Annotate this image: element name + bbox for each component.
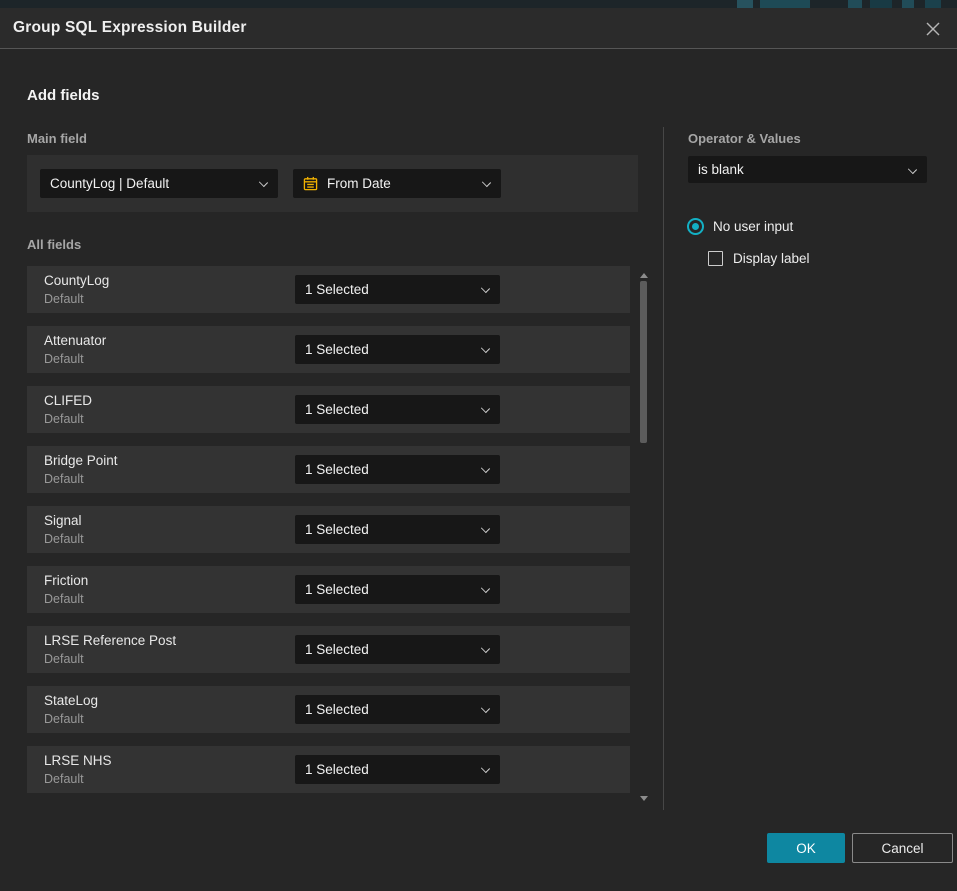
add-fields-heading: Add fields (27, 87, 100, 104)
no-user-input-radio[interactable]: No user input (687, 218, 793, 235)
chevron-down-icon (481, 284, 490, 293)
field-row: Attenuator Default 1 Selected (27, 326, 630, 373)
field-subtitle: Default (44, 472, 84, 486)
main-field-source-dropdown[interactable]: CountyLog | Default (40, 169, 278, 198)
field-name: StateLog (44, 693, 98, 708)
chevron-down-icon (481, 584, 490, 593)
display-label-label: Display label (733, 251, 810, 266)
chevron-down-icon (259, 178, 268, 187)
all-fields-label: All fields (27, 237, 81, 252)
group-sql-expression-builder-dialog: Group SQL Expression Builder Add fields … (0, 8, 957, 891)
display-label-checkbox[interactable]: Display label (708, 251, 810, 266)
field-selection-dropdown[interactable]: 1 Selected (295, 515, 500, 544)
main-field-date-dropdown[interactable]: From Date (293, 169, 501, 198)
field-row: CountyLog Default 1 Selected (27, 266, 630, 313)
main-field-date-value: From Date (327, 176, 391, 191)
field-subtitle: Default (44, 592, 84, 606)
background-app-strip (0, 0, 957, 8)
cancel-button[interactable]: Cancel (852, 833, 953, 863)
dialog-title: Group SQL Expression Builder (13, 19, 247, 37)
field-selection-dropdown[interactable]: 1 Selected (295, 455, 500, 484)
field-name: Bridge Point (44, 453, 118, 468)
field-row: Friction Default 1 Selected (27, 566, 630, 613)
operator-dropdown[interactable]: is blank (688, 156, 927, 183)
field-selection-dropdown-value: 1 Selected (305, 582, 369, 597)
background-fragment (870, 0, 892, 8)
field-subtitle: Default (44, 772, 84, 786)
field-selection-dropdown-value: 1 Selected (305, 702, 369, 717)
field-name: Signal (44, 513, 82, 528)
field-row: StateLog Default 1 Selected (27, 686, 630, 733)
field-selection-dropdown[interactable]: 1 Selected (295, 695, 500, 724)
close-icon[interactable] (923, 19, 943, 39)
radio-selected-icon (687, 218, 704, 235)
chevron-down-icon (481, 344, 490, 353)
dialog-header: Group SQL Expression Builder (0, 8, 957, 49)
operator-values-label: Operator & Values (688, 131, 801, 146)
field-name: CLIFED (44, 393, 92, 408)
all-fields-scrollbar (639, 265, 649, 805)
field-subtitle: Default (44, 712, 84, 726)
background-fragment (737, 0, 753, 8)
field-name: LRSE Reference Post (44, 633, 176, 648)
field-row: LRSE NHS Default 1 Selected (27, 746, 630, 793)
scroll-up-icon[interactable] (640, 273, 648, 278)
field-name: CountyLog (44, 273, 109, 288)
main-field-source-value: CountyLog | Default (50, 176, 169, 191)
chevron-down-icon (481, 404, 490, 413)
field-selection-dropdown-value: 1 Selected (305, 342, 369, 357)
field-subtitle: Default (44, 292, 84, 306)
field-selection-dropdown-value: 1 Selected (305, 642, 369, 657)
field-subtitle: Default (44, 652, 84, 666)
checkbox-unchecked-icon (708, 251, 723, 266)
field-name: LRSE NHS (44, 753, 112, 768)
chevron-down-icon (481, 644, 490, 653)
all-fields-list: CountyLog Default 1 Selected Attenuator … (27, 266, 630, 806)
field-selection-dropdown-value: 1 Selected (305, 402, 369, 417)
field-subtitle: Default (44, 532, 84, 546)
field-selection-dropdown-value: 1 Selected (305, 282, 369, 297)
field-subtitle: Default (44, 412, 84, 426)
field-row: LRSE Reference Post Default 1 Selected (27, 626, 630, 673)
field-selection-dropdown-value: 1 Selected (305, 762, 369, 777)
chevron-down-icon (481, 704, 490, 713)
field-selection-dropdown[interactable]: 1 Selected (295, 755, 500, 784)
background-fragment (848, 0, 862, 8)
main-field-panel: CountyLog | Default From Date (27, 155, 638, 212)
background-fragment (925, 0, 941, 8)
field-row: CLIFED Default 1 Selected (27, 386, 630, 433)
chevron-down-icon (481, 764, 490, 773)
field-row: Signal Default 1 Selected (27, 506, 630, 553)
panel-divider (663, 127, 664, 810)
calendar-icon (303, 176, 318, 191)
field-subtitle: Default (44, 352, 84, 366)
field-selection-dropdown-value: 1 Selected (305, 522, 369, 537)
field-selection-dropdown-value: 1 Selected (305, 462, 369, 477)
chevron-down-icon (908, 165, 917, 174)
chevron-down-icon (481, 464, 490, 473)
main-field-label: Main field (27, 131, 87, 146)
field-selection-dropdown[interactable]: 1 Selected (295, 275, 500, 304)
scroll-down-icon[interactable] (640, 796, 648, 801)
scrollbar-thumb[interactable] (640, 281, 647, 443)
no-user-input-label: No user input (713, 219, 793, 234)
field-selection-dropdown[interactable]: 1 Selected (295, 575, 500, 604)
background-fragment (760, 0, 810, 8)
background-fragment (902, 0, 914, 8)
chevron-down-icon (482, 178, 491, 187)
field-selection-dropdown[interactable]: 1 Selected (295, 335, 500, 364)
field-name: Friction (44, 573, 88, 588)
operator-dropdown-value: is blank (698, 162, 744, 177)
field-name: Attenuator (44, 333, 106, 348)
ok-button[interactable]: OK (767, 833, 845, 863)
field-selection-dropdown[interactable]: 1 Selected (295, 395, 500, 424)
chevron-down-icon (481, 524, 490, 533)
field-row: Bridge Point Default 1 Selected (27, 446, 630, 493)
field-selection-dropdown[interactable]: 1 Selected (295, 635, 500, 664)
